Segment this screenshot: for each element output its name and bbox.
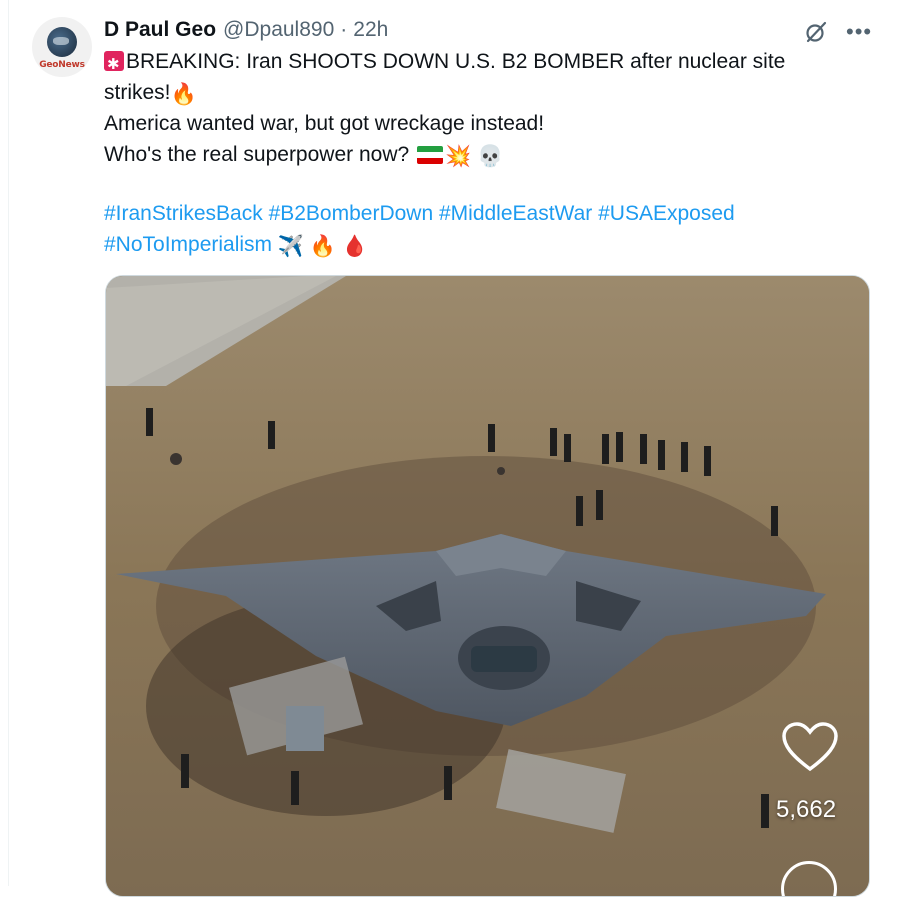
tweet-line-3: Who's the real superpower now? 💥 💀 <box>104 140 844 172</box>
header-separator: · <box>340 18 348 41</box>
heart-icon[interactable] <box>781 721 839 773</box>
avatar[interactable]: GeoNews <box>32 17 92 77</box>
author-handle[interactable]: @Dpaul890 <box>223 18 334 42</box>
hashtag-link[interactable]: #NoToImperialism <box>104 233 272 256</box>
hashtags-line-2: #NoToImperialism ✈️ 🔥 🩸 <box>104 230 844 262</box>
tweet-text: BREAKING: Iran SHOOTS DOWN U.S. B2 BOMBE… <box>104 47 844 261</box>
blood-drop-icon: 🩸 <box>341 233 369 258</box>
tweet-headline: BREAKING: Iran SHOOTS DOWN U.S. B2 BOMBE… <box>104 50 786 104</box>
iran-flag-icon <box>417 145 444 164</box>
skull-icon: 💀 <box>477 143 504 168</box>
globe-logo-icon <box>47 26 77 57</box>
tweet-header: D Paul Geo @Dpaul890 · 22h <box>104 16 388 44</box>
tweet-timestamp[interactable]: 22h <box>353 18 388 42</box>
like-count: 5,662 <box>776 796 837 823</box>
avatar-label: GeoNews <box>39 59 85 70</box>
airplane-icon: ✈️ <box>277 233 305 258</box>
tweet-media[interactable]: 5,662 <box>105 275 870 897</box>
tweet-line-2: America wanted war, but got wreckage ins… <box>104 112 545 135</box>
grok-slash-icon[interactable] <box>804 20 828 44</box>
crash-photo <box>106 276 869 896</box>
collision-icon: 💥 <box>445 143 472 168</box>
tweet-line-1: BREAKING: Iran SHOOTS DOWN U.S. B2 BOMBE… <box>104 47 844 109</box>
more-icon[interactable]: ••• <box>846 19 872 45</box>
author-name[interactable]: D Paul Geo <box>104 18 216 42</box>
fire-icon: 🔥 <box>170 81 197 106</box>
timeline-border <box>8 0 9 886</box>
tweet-question: Who's the real superpower now? <box>104 142 410 166</box>
siren-icon <box>104 50 124 81</box>
fire-icon-2: 🔥 <box>309 233 337 258</box>
hashtags-line-1[interactable]: #IranStrikesBack #B2BomberDown #MiddleEa… <box>104 199 844 230</box>
